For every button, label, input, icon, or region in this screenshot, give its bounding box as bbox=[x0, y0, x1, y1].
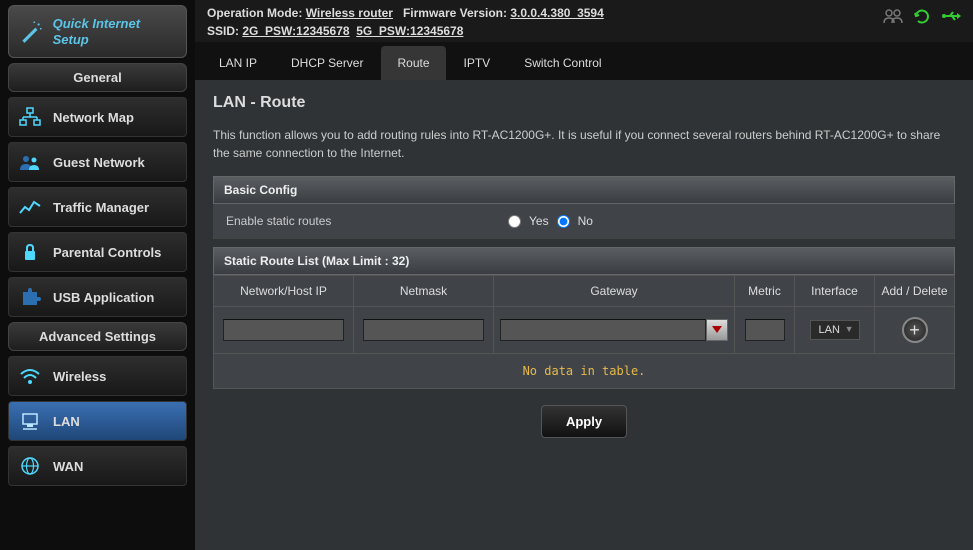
section-general-header: General bbox=[8, 63, 187, 92]
users-icon[interactable] bbox=[883, 8, 903, 27]
globe-icon bbox=[17, 455, 43, 477]
sidebar-label: Guest Network bbox=[53, 155, 145, 170]
enable-static-routes-no[interactable] bbox=[557, 215, 570, 228]
apply-button[interactable]: Apply bbox=[541, 405, 627, 438]
traffic-manager-icon bbox=[17, 196, 43, 218]
sidebar-item-lan[interactable]: LAN bbox=[8, 401, 187, 441]
sidebar-item-wan[interactable]: WAN bbox=[8, 446, 187, 486]
sidebar-label: Wireless bbox=[53, 369, 106, 384]
network-input[interactable] bbox=[223, 319, 344, 341]
tab-lan-ip[interactable]: LAN IP bbox=[203, 46, 273, 80]
gateway-input[interactable] bbox=[500, 319, 706, 341]
gateway-dropdown-button[interactable] bbox=[706, 319, 728, 341]
tab-iptv[interactable]: IPTV bbox=[448, 46, 507, 80]
sidebar-item-parental-controls[interactable]: Parental Controls bbox=[8, 232, 187, 272]
col-network: Network/Host IP bbox=[214, 276, 354, 307]
col-metric: Metric bbox=[735, 276, 795, 307]
sidebar-label: USB Application bbox=[53, 290, 154, 305]
sidebar-label: WAN bbox=[53, 459, 83, 474]
table-row: LAN + bbox=[214, 307, 955, 354]
netmask-input[interactable] bbox=[363, 319, 484, 341]
quick-setup-label: Quick Internet Setup bbox=[53, 16, 178, 47]
sidebar-label: Parental Controls bbox=[53, 245, 161, 260]
empty-table-message: No data in table. bbox=[213, 354, 955, 389]
lock-icon bbox=[17, 241, 43, 263]
sidebar-item-network-map[interactable]: Network Map bbox=[8, 97, 187, 137]
add-route-button[interactable]: + bbox=[902, 317, 928, 343]
puzzle-icon bbox=[17, 286, 43, 308]
basic-config-header: Basic Config bbox=[213, 176, 955, 204]
usb-icon[interactable] bbox=[941, 9, 961, 26]
chevron-down-icon bbox=[712, 326, 722, 334]
sidebar-label: Network Map bbox=[53, 110, 134, 125]
enable-static-routes-label: Enable static routes bbox=[226, 214, 506, 228]
metric-input[interactable] bbox=[745, 319, 785, 341]
no-label: No bbox=[578, 214, 593, 228]
quick-internet-setup[interactable]: Quick Internet Setup bbox=[8, 5, 187, 58]
lan-icon bbox=[17, 410, 43, 432]
col-interface: Interface bbox=[795, 276, 875, 307]
tab-route[interactable]: Route bbox=[381, 46, 445, 80]
sidebar-item-usb-application[interactable]: USB Application bbox=[8, 277, 187, 317]
tab-dhcp-server[interactable]: DHCP Server bbox=[275, 46, 379, 80]
page-description: This function allows you to add routing … bbox=[213, 126, 955, 162]
topbar: Operation Mode: Wireless router Firmware… bbox=[195, 0, 973, 42]
guest-network-icon bbox=[17, 151, 43, 173]
yes-label: Yes bbox=[529, 214, 549, 228]
col-netmask: Netmask bbox=[354, 276, 494, 307]
ssid-2g[interactable]: 2G_PSW:12345678 bbox=[242, 24, 349, 38]
tab-switch-control[interactable]: Switch Control bbox=[508, 46, 617, 80]
wand-icon bbox=[17, 18, 45, 46]
sidebar-item-wireless[interactable]: Wireless bbox=[8, 356, 187, 396]
wifi-icon bbox=[17, 365, 43, 387]
sidebar-label: LAN bbox=[53, 414, 80, 429]
section-advanced-header: Advanced Settings bbox=[8, 322, 187, 351]
interface-select[interactable]: LAN bbox=[810, 320, 860, 340]
route-table: Network/Host IP Netmask Gateway Metric I… bbox=[213, 275, 955, 354]
op-mode-label: Operation Mode: bbox=[207, 6, 302, 20]
route-list-header: Static Route List (Max Limit : 32) bbox=[213, 247, 955, 275]
sidebar-item-traffic-manager[interactable]: Traffic Manager bbox=[8, 187, 187, 227]
ssid-label: SSID: bbox=[207, 24, 239, 38]
col-gateway: Gateway bbox=[494, 276, 735, 307]
refresh-icon[interactable] bbox=[913, 8, 931, 27]
fw-value[interactable]: 3.0.0.4.380_3594 bbox=[510, 6, 603, 20]
tabs: LAN IP DHCP Server Route IPTV Switch Con… bbox=[195, 42, 973, 80]
enable-static-routes-yes[interactable] bbox=[508, 215, 521, 228]
sidebar-item-guest-network[interactable]: Guest Network bbox=[8, 142, 187, 182]
col-action: Add / Delete bbox=[875, 276, 955, 307]
page-title: LAN - Route bbox=[213, 94, 955, 112]
ssid-5g[interactable]: 5G_PSW:12345678 bbox=[356, 24, 463, 38]
sidebar-label: Traffic Manager bbox=[53, 200, 149, 215]
network-map-icon bbox=[17, 106, 43, 128]
fw-label: Firmware Version: bbox=[403, 6, 507, 20]
op-mode-value[interactable]: Wireless router bbox=[306, 6, 393, 20]
